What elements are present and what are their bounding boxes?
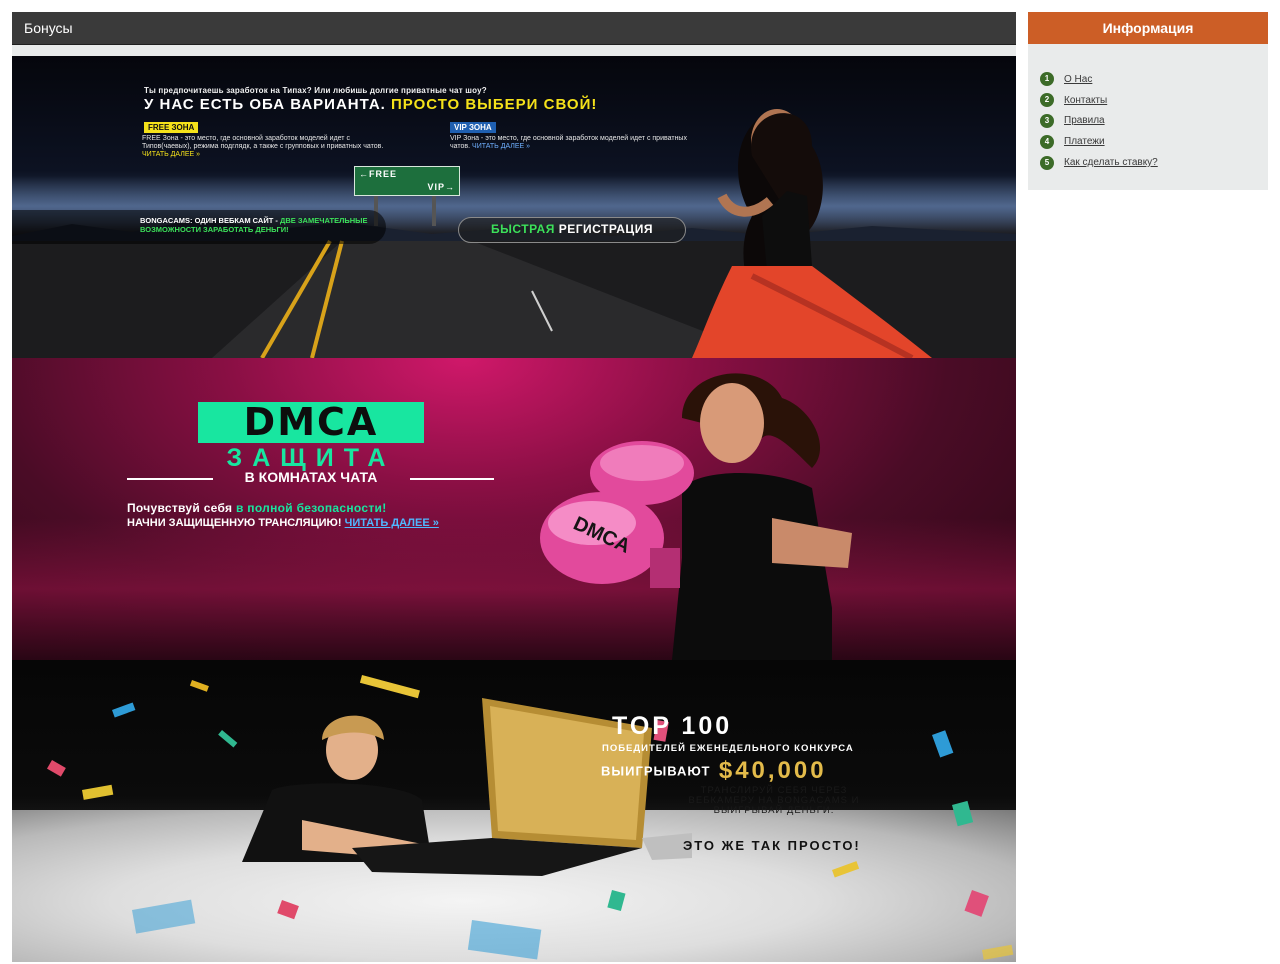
banner-dmca[interactable]: DMCA ЗАЩИТА В КОМНАТАХ ЧАТА Почувствуй с… bbox=[12, 358, 1016, 660]
dmca-read-more-link[interactable]: ЧИТАТЬ ДАЛЕЕ » bbox=[345, 517, 439, 529]
free-zone-tag: FREE ЗОНА bbox=[144, 122, 199, 133]
safety-line: Почувствуй себя в полной безопасности! bbox=[127, 501, 387, 515]
section-title: Бонусы bbox=[12, 12, 1016, 45]
sidebar-title: Информация bbox=[1028, 12, 1268, 44]
vip-read-more-link[interactable]: ЧИТАТЬ ДАЛЕЕ » bbox=[472, 143, 530, 150]
easy-tagline: ЭТО ЖЕ ТАК ПРОСТО! bbox=[683, 838, 861, 853]
boxing-gloves: DMCA bbox=[540, 441, 694, 588]
win-word: ВЫИГРЫВАЮТ bbox=[601, 763, 711, 779]
number-badge: 2 bbox=[1040, 93, 1054, 108]
sidebar-list: 1 О Нас 2 Контакты 3 Правила 4 Платежи 5… bbox=[1028, 44, 1268, 173]
banner-choose-zone[interactable]: Ты предпочитаешь заработок на Типах? Или… bbox=[12, 56, 1016, 358]
banner-top100[interactable]: TOP 100 ПОБЕДИТЕЛЕЙ ЕЖЕНЕДЕЛЬНОГО КОНКУР… bbox=[12, 660, 1016, 962]
sign-free: ←FREE bbox=[359, 169, 398, 179]
stream-text: ТРАНСЛИРУЙ СЕБЯ ЧЕРЕЗ ВЕБКАМЕРУ НА BONGA… bbox=[688, 785, 860, 816]
question-text: Ты предпочитаешь заработок на Типах? Или… bbox=[144, 86, 487, 95]
vip-zone-tag: VIP ЗОНА bbox=[450, 122, 496, 133]
road-sign: ←FREE VIP→ bbox=[354, 166, 460, 196]
protection-subtitle: В КОМНАТАХ ЧАТА bbox=[244, 469, 378, 485]
page: Бонусы Ты предпочитаешь заработок на Тип… bbox=[0, 0, 1280, 964]
info-pill-text: BONGACAMS: ОДИН ВЕБКАМ САЙТ - ДВЕ ЗАМЕЧА… bbox=[140, 216, 368, 234]
headline: У НАС ЕСТЬ ОБА ВАРИАНТА. ПРОСТО ВЫБЕРИ С… bbox=[144, 96, 598, 113]
info-sidebar: Информация 1 О Нас 2 Контакты 3 Правила … bbox=[1028, 12, 1268, 190]
quick-registration-button[interactable]: БЫСТРАЯ РЕГИСТРАЦИЯ bbox=[458, 217, 686, 243]
free-read-more-link[interactable]: ЧИТАТЬ ДАЛЕЕ » bbox=[142, 151, 200, 158]
prize-amount: $40,000 bbox=[718, 757, 827, 784]
sign-vip: VIP→ bbox=[427, 182, 455, 192]
main-column: Бонусы Ты предпочитаешь заработок на Тип… bbox=[12, 12, 1016, 962]
dmca-logo: DMCA bbox=[198, 402, 424, 443]
sidebar-link-payments[interactable]: Платежи bbox=[1064, 136, 1105, 147]
sidebar-item-how-to-bet: 5 Как сделать ставку? bbox=[1040, 152, 1268, 173]
sidebar-link-rules[interactable]: Правила bbox=[1064, 115, 1105, 126]
model-photo bbox=[692, 109, 932, 358]
sidebar-item-payments: 4 Платежи bbox=[1040, 131, 1268, 152]
sidebar-item-rules: 3 Правила bbox=[1040, 111, 1268, 132]
vip-zone-description: VIP Зона - это место, где основной зараб… bbox=[450, 135, 687, 150]
number-badge: 5 bbox=[1040, 155, 1054, 170]
header-divider bbox=[12, 45, 1016, 56]
number-badge: 3 bbox=[1040, 113, 1054, 128]
sidebar-link-about[interactable]: О Нас bbox=[1064, 74, 1092, 85]
prize-row: ВЫИГРЫВАЮТ $40,000 bbox=[601, 757, 827, 785]
number-badge: 4 bbox=[1040, 134, 1054, 149]
free-zone-description: FREE Зона - это место, где основной зара… bbox=[142, 135, 384, 158]
sidebar-item-contacts: 2 Контакты bbox=[1040, 90, 1268, 111]
sidebar-item-about: 1 О Нас bbox=[1040, 69, 1268, 90]
top100-title: TOP 100 bbox=[612, 712, 733, 740]
sidebar-link-how-to-bet[interactable]: Как сделать ставку? bbox=[1064, 157, 1158, 168]
sidebar-link-contacts[interactable]: Контакты bbox=[1064, 95, 1107, 106]
number-badge: 1 bbox=[1040, 72, 1054, 87]
winners-line: ПОБЕДИТЕЛЕЙ ЕЖЕНЕДЕЛЬНОГО КОНКУРСА bbox=[602, 743, 854, 754]
start-stream-line: НАЧНИ ЗАЩИЩЕННУЮ ТРАНСЛЯЦИЮ! ЧИТАТЬ ДАЛЕ… bbox=[127, 517, 439, 529]
